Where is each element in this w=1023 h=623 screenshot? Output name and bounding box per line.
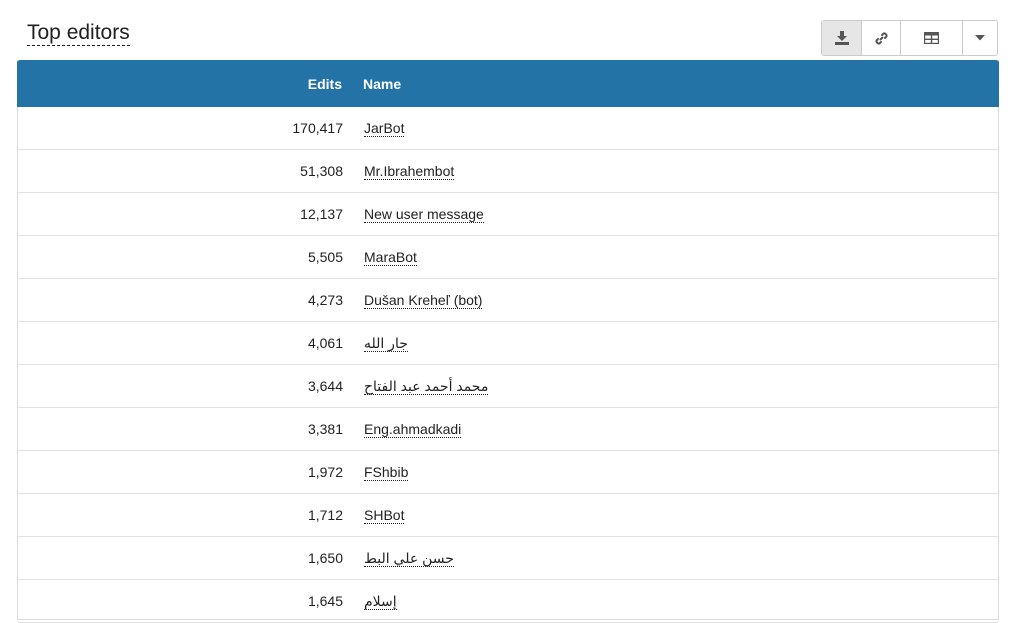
table-view-button[interactable] — [901, 21, 963, 55]
link-icon — [874, 31, 888, 45]
edit-count: 170,417 — [292, 120, 343, 136]
view-options-dropdown[interactable] — [963, 21, 997, 55]
editor-name-link[interactable]: Dušan Kreheľ (bot) — [364, 292, 483, 309]
edit-count: 51,308 — [300, 163, 343, 179]
edit-count: 3,644 — [307, 378, 343, 394]
edit-count: 1,972 — [307, 464, 343, 480]
edit-count: 3,381 — [307, 421, 343, 437]
editor-name-cell: Dušan Kreheľ (bot) — [343, 292, 483, 309]
table-row: 5,505 MaraBot — [18, 236, 998, 279]
editor-name-link[interactable]: FShbib — [364, 464, 409, 481]
table-row: 1,712 SHBot — [18, 494, 998, 537]
table-body: 170,417 JarBot 51,308 Mr.Ibrahembot 12,137 Ne… — [18, 107, 998, 623]
editor-name-cell: MaraBot — [343, 249, 417, 266]
column-header-edits[interactable]: Edits — [17, 76, 342, 92]
edit-count: 4,273 — [307, 292, 343, 308]
column-header-name[interactable]: Name — [342, 76, 401, 92]
table-row: 1,645 إسلام — [18, 580, 998, 623]
editor-name-link[interactable]: SHBot — [364, 507, 405, 524]
table-row: 12,137 New user message — [18, 193, 998, 236]
download-button[interactable] — [822, 21, 862, 55]
editor-name-link[interactable]: جار الله — [364, 335, 408, 352]
table-row: 170,417 JarBot — [18, 107, 998, 150]
caret-down-icon — [975, 35, 985, 41]
editor-name-cell: New user message — [343, 206, 484, 223]
editor-name-link[interactable]: حسن علي البط — [364, 550, 454, 567]
table-icon — [924, 32, 939, 44]
table-row: 51,308 Mr.Ibrahembot — [18, 150, 998, 193]
editor-name-link[interactable]: Eng.ahmadkadi — [364, 421, 462, 438]
editor-name-cell: إسلام — [343, 593, 397, 610]
toolbar — [821, 20, 998, 56]
editor-name-cell: JarBot — [343, 120, 405, 137]
editor-name-link[interactable]: New user message — [364, 206, 484, 223]
editor-name-cell: جار الله — [343, 335, 408, 352]
table-row: 4,273 Dušan Kreheľ (bot) — [18, 279, 998, 322]
editor-name-link[interactable]: إسلام — [364, 593, 397, 610]
edit-count: 12,137 — [300, 206, 343, 222]
page-title: Top editors — [27, 21, 130, 46]
table-row: 3,644 محمد أحمد عبد الفتاح — [18, 365, 998, 408]
editor-name-cell: Mr.Ibrahembot — [343, 163, 455, 180]
editor-name-link[interactable]: محمد أحمد عبد الفتاح — [364, 378, 489, 395]
table-row: 1,972 FShbib — [18, 451, 998, 494]
edit-count: 4,061 — [307, 335, 343, 351]
permalink-button[interactable] — [862, 21, 901, 55]
editor-name-cell: Eng.ahmadkadi — [343, 421, 462, 438]
table-header: Edits Name — [17, 60, 999, 107]
table-row: 1,650 حسن علي البط — [18, 537, 998, 580]
table-row: 4,061 جار الله — [18, 322, 998, 365]
edit-count: 1,712 — [307, 507, 343, 523]
editor-name-cell: SHBot — [343, 507, 405, 524]
table-row: 3,381 Eng.ahmadkadi — [18, 408, 998, 451]
editor-name-link[interactable]: Mr.Ibrahembot — [364, 163, 455, 180]
edit-count: 5,505 — [307, 249, 343, 265]
editor-name-link[interactable]: JarBot — [364, 120, 405, 137]
editor-name-cell: حسن علي البط — [343, 550, 454, 567]
editor-name-cell: محمد أحمد عبد الفتاح — [343, 378, 489, 395]
editor-name-cell: FShbib — [343, 464, 409, 481]
editor-name-link[interactable]: MaraBot — [364, 249, 417, 266]
top-editors-table: Edits Name 170,417 JarBot 51,308 Mr.Ibrahem… — [17, 60, 999, 623]
edit-count: 1,645 — [307, 593, 343, 609]
edit-count: 1,650 — [307, 550, 343, 566]
download-icon — [834, 31, 849, 45]
